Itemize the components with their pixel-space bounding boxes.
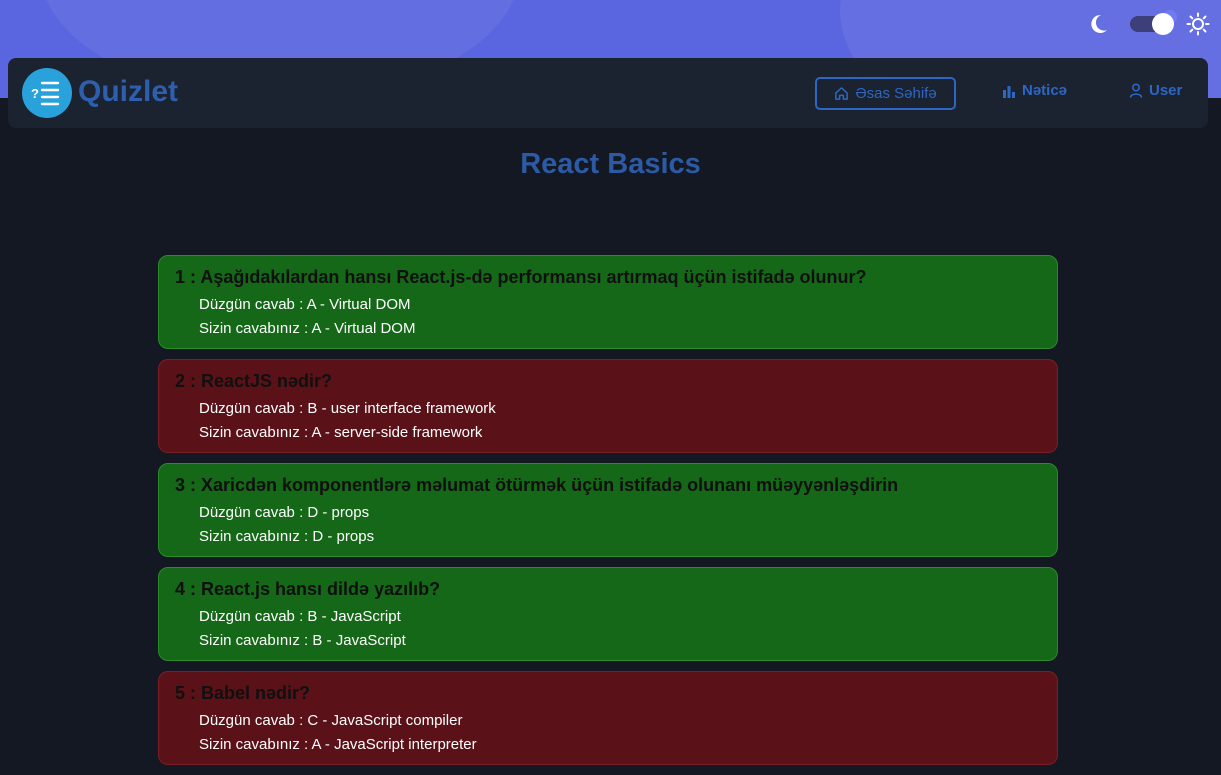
question-list: 1 : Aşağıdakılardan hansı React.js-də pe… [158, 255, 1058, 775]
nav-home-label: Əsas Səhifə [855, 85, 937, 102]
toggle-knob [1152, 13, 1174, 35]
user-answer: Sizin cavabınız : B - JavaScript [199, 632, 406, 649]
correct-answer: Düzgün cavab : D - props [199, 504, 370, 521]
correct-answer: Düzgün cavab : B - JavaScript [199, 608, 401, 625]
user-answer: Sizin cavabınız : A - Virtual DOM [199, 320, 416, 337]
correct-answer: Düzgün cavab : B - user interface framew… [199, 400, 496, 417]
question-text: 2 : ReactJS nədir? [175, 371, 333, 391]
svg-text:?: ? [31, 86, 39, 101]
theme-switcher[interactable] [1086, 10, 1212, 39]
quiz-title: React Basics [520, 148, 701, 180]
nav-user-link[interactable]: User [1129, 82, 1182, 99]
question-text: 1 : Aşağıdakılardan hansı React.js-də pe… [175, 267, 867, 287]
correct-answer: Düzgün cavab : A - Virtual DOM [199, 296, 411, 313]
user-answer: Sizin cavabınız : D - props [199, 528, 375, 545]
moon-icon [1091, 14, 1107, 33]
user-icon [1129, 83, 1143, 98]
bar-chart-icon [1003, 85, 1015, 98]
nav-home-button[interactable]: Əsas Səhifə [815, 77, 956, 110]
theme-toggle[interactable] [1130, 10, 1177, 35]
brand-name[interactable]: Quizlet [78, 75, 178, 109]
question-card-correct: 4 : React.js hansı dildə yazılıb? Düzgün… [158, 567, 1058, 661]
user-answer: Sizin cavabınız : A - server-side framew… [199, 424, 483, 441]
question-card-wrong: 2 : ReactJS nədir? Düzgün cavab : B - us… [158, 359, 1058, 453]
question-text: 3 : Xaricdən komponentlərə məlumat ötürm… [175, 475, 899, 495]
navbar: ? Quizlet Əsas Səhifə Nəticə User [8, 58, 1208, 128]
question-card-wrong: 5 : Babel nədir? Düzgün cavab : C - Java… [158, 671, 1058, 765]
sun-icon [1186, 12, 1210, 36]
nav-result-label: Nəticə [1022, 82, 1068, 99]
home-icon [835, 87, 849, 100]
question-text: 5 : Babel nədir? [175, 683, 311, 703]
question-text: 4 : React.js hansı dildə yazılıb? [175, 579, 441, 599]
logo-icon[interactable]: ? [22, 68, 72, 118]
nav-user-label: User [1149, 82, 1183, 99]
question-card-correct: 1 : Aşağıdakılardan hansı React.js-də pe… [158, 255, 1058, 349]
question-card-correct: 3 : Xaricdən komponentlərə məlumat ötürm… [158, 463, 1058, 557]
user-answer: Sizin cavabınız : A - JavaScript interpr… [199, 736, 477, 753]
correct-answer: Düzgün cavab : C - JavaScript compiler [199, 712, 463, 729]
nav-result-link[interactable]: Nəticə [1002, 82, 1067, 99]
